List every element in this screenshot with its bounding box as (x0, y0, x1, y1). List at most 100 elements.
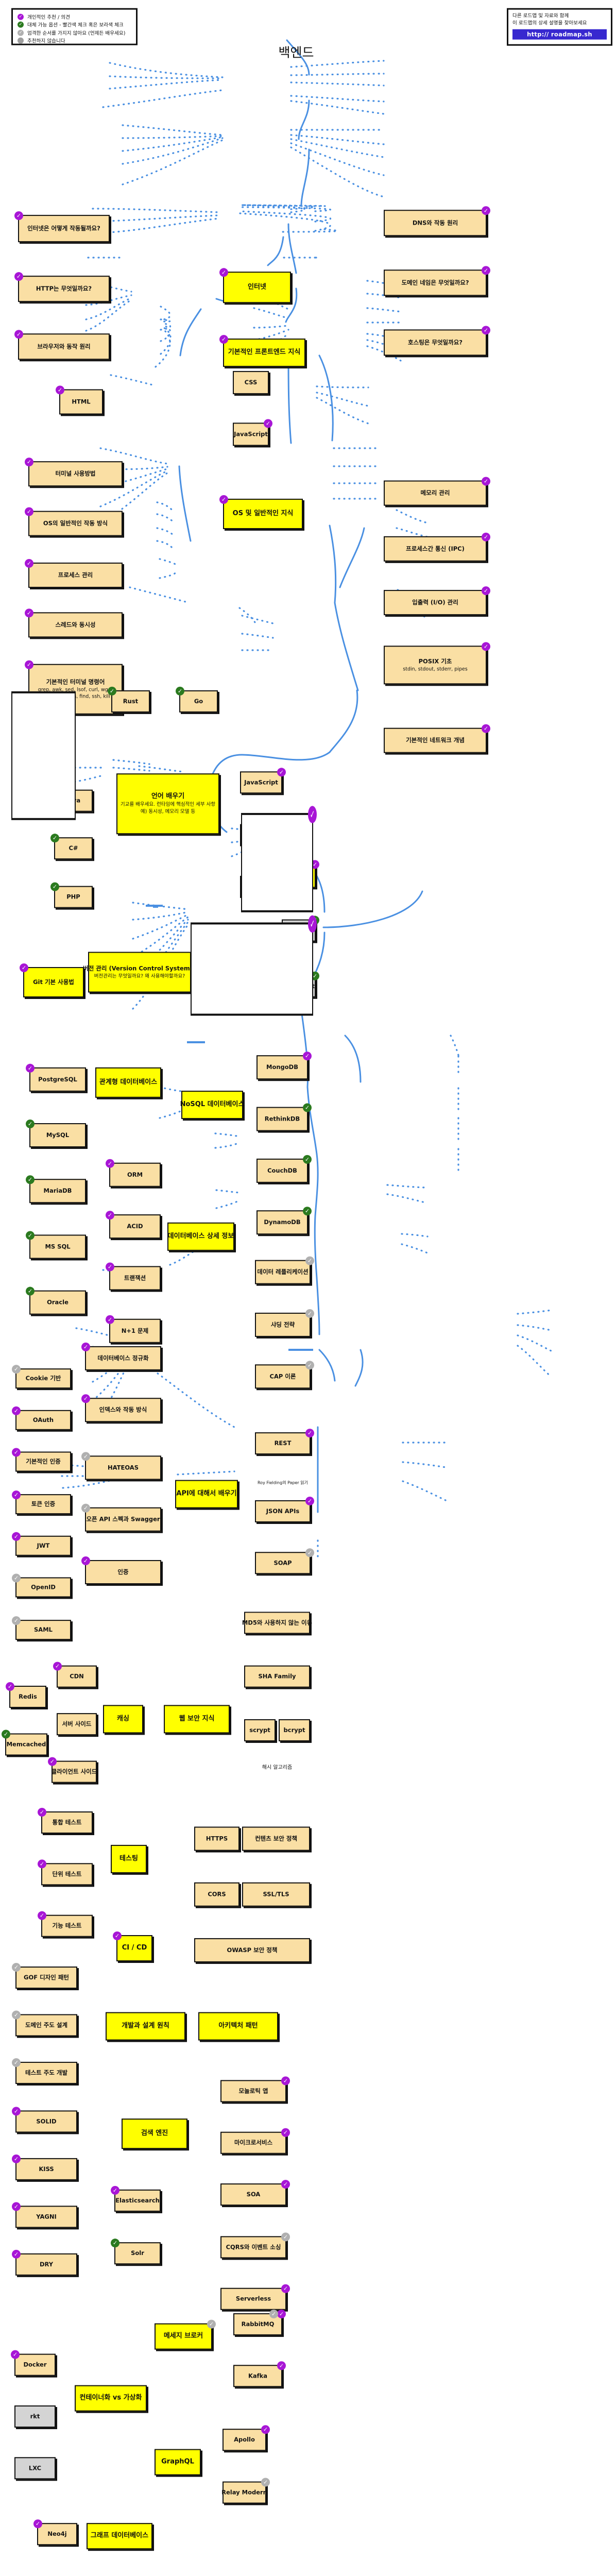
node-gof[interactable]: ✓ GOF 디자인 패턴 (12, 1962, 77, 1989)
node-graphql[interactable]: GraphQL (155, 2449, 201, 2476)
node-io-mgmt[interactable]: ✓ 입출력 (I/O) 관리 (384, 586, 490, 616)
roadmap-url-button[interactable]: http:// roadmap.sh (512, 29, 607, 40)
node-memcached[interactable]: ✓ Memcached (2, 1730, 47, 1756)
node-os-general[interactable]: ✓ OS의 일반적인 작동 방식 (25, 507, 123, 536)
node-rest[interactable]: ✓ REST (255, 1428, 314, 1454)
node-mssql[interactable]: ✓ MS SQL (26, 1231, 86, 1259)
node-openapi-swagger[interactable]: ✓ 오픈 API 스펙과 Swagger (81, 1504, 161, 1532)
node-sharding[interactable]: ✓ 샤딩 전략 (255, 1309, 314, 1337)
node-unit-test[interactable]: ✓ 단위 테스트 (38, 1859, 93, 1885)
node-dynamodb[interactable]: ✓ DynamoDB (256, 1207, 312, 1235)
node-rkt[interactable]: rkt (14, 2405, 56, 2428)
node-rabbitmq[interactable]: ✓ ✓ RabbitMQ (233, 2310, 286, 2336)
node-replication[interactable]: ✓ 데이터 레플리케이션 (255, 1257, 314, 1285)
node-db-details[interactable]: 데이터베이스 상세 정보 (167, 1223, 234, 1251)
node-relay-modern[interactable]: ✓ Relay Modern (221, 2477, 270, 2504)
node-token-auth[interactable]: ✓ 토큰 인증 (12, 1490, 71, 1514)
node-neo4j[interactable]: ✓ Neo4j (33, 2519, 77, 2546)
node-openid[interactable]: ✓ OpenID (12, 1574, 71, 1598)
node-bcrypt[interactable]: bcrypt (279, 1719, 310, 1742)
node-cookie-based[interactable]: ✓ Cookie 기반 (12, 1364, 71, 1388)
node-redis[interactable]: ✓ Redis (6, 1682, 46, 1708)
node-monolithic[interactable]: ✓ 모놀로틱 앱 (220, 2076, 290, 2103)
node-browser[interactable]: ✓ 브라우저와 동작 원리 (14, 329, 110, 360)
node-csp[interactable]: 컨텐츠 보안 정책 (242, 1826, 310, 1852)
node-web-security[interactable]: 웹 보안 지식 (164, 1705, 230, 1734)
node-relational-db[interactable]: 관계형 데이터베이스 (95, 1067, 161, 1098)
node-owasp[interactable]: OWASP 보안 정책 (194, 1938, 310, 1963)
node-dns[interactable]: ✓ DNS와 작동 원리 (384, 206, 490, 236)
node-api-learn[interactable]: API에 대해서 배우기 (175, 1480, 238, 1509)
node-domain[interactable]: ✓ 도메인 네임은 무엇일까요? (384, 265, 490, 296)
node-jwt[interactable]: ✓ JWT (12, 1532, 71, 1556)
node-html[interactable]: ✓ HTML (56, 385, 103, 415)
node-internet[interactable]: ✓ 인터넷 (219, 267, 291, 303)
node-cdn[interactable]: ✓ CDN (53, 1662, 97, 1688)
node-nplus1[interactable]: ✓ N+1 문제 (106, 1314, 161, 1343)
node-cicd[interactable]: ✓ CI / CD (113, 1931, 152, 1961)
node-oracle[interactable]: ✓ Oracle (26, 1286, 86, 1315)
node-posix[interactable]: ✓ POSIX 기초 stdin, stdout, stderr, pipes (384, 642, 490, 685)
node-json-apis[interactable]: ✓ JSON APIs (255, 1496, 314, 1522)
node-internet-how[interactable]: ✓ 인터넷은 어떻게 작동될까요? (14, 212, 110, 243)
node-cap[interactable]: ✓ CAP 이론 (255, 1360, 314, 1389)
node-tdd[interactable]: ✓ 테스트 주도 개발 (12, 2058, 77, 2085)
node-solr[interactable]: ✓ Solr (111, 2238, 161, 2264)
node-nosql-db[interactable]: NoSQL 데이터베이스 (180, 1091, 244, 1120)
node-saml[interactable]: ✓ SAML (12, 1616, 71, 1640)
node-elasticsearch[interactable]: ✓ Elasticsearch (111, 2186, 161, 2212)
node-server-side[interactable]: 서버 사이드 (57, 1713, 97, 1736)
node-rust[interactable]: ✓ Rust (108, 686, 150, 713)
node-yagni[interactable]: ✓ YAGNI (12, 2202, 77, 2228)
node-solid[interactable]: ✓ SOLID (12, 2106, 77, 2132)
node-microservices[interactable]: ✓ 마이크로서비스 (220, 2128, 290, 2155)
node-transaction[interactable]: ✓ 트랜잭션 (106, 1263, 161, 1291)
node-kafka[interactable]: ✓ Kafka (233, 2362, 286, 2388)
node-soa[interactable]: ✓ SOA (220, 2180, 290, 2207)
node-cors[interactable]: CORS (194, 1883, 239, 1907)
node-integration-test[interactable]: ✓ 통합 테스트 (38, 1807, 93, 1834)
node-css[interactable]: CSS (233, 371, 269, 395)
node-md5[interactable]: MD5와 사용하지 않는 이유 (242, 1611, 312, 1634)
node-ddd[interactable]: ✓ 도메인 주도 설계 (12, 2010, 77, 2037)
node-orm[interactable]: ✓ ORM (106, 1159, 161, 1188)
node-version-control[interactable]: 버전 관리 (Version Control Systems) 버전관리는 무엇… (83, 951, 196, 992)
node-graph-db[interactable]: 그래프 데이터베이스 (87, 2523, 152, 2550)
node-index[interactable]: ✓ 인덱스와 작동 방식 (81, 1394, 161, 1422)
node-oauth[interactable]: ✓ OAuth (12, 1406, 71, 1431)
node-https[interactable]: HTTPS (194, 1826, 239, 1852)
node-postgresql[interactable]: ✓ PostgreSQL (26, 1063, 86, 1092)
node-mariadb[interactable]: ✓ MariaDB (26, 1175, 86, 1204)
node-mysql[interactable]: ✓ MySQL (26, 1119, 86, 1147)
node-basic-auth[interactable]: ✓ 기본적인 인증 (12, 1448, 71, 1472)
node-csharp[interactable]: ✓ C# (50, 834, 93, 860)
node-sha[interactable]: SHA Family (244, 1665, 310, 1688)
node-javascript-lang[interactable]: ✓ JavaScript (240, 768, 286, 794)
node-process-mgmt[interactable]: ✓ 프로세스 관리 (25, 558, 123, 588)
node-memory-mgmt[interactable]: ✓ 메모리 관리 (384, 477, 490, 506)
node-javascript[interactable]: ✓ JavaScript (233, 419, 272, 446)
node-containerization[interactable]: 컨테이너화 vs 가상화 (75, 2385, 147, 2412)
node-functional-test[interactable]: ✓ 기능 테스트 (38, 1911, 93, 1937)
node-mongodb[interactable]: ✓ MongoDB (256, 1051, 312, 1080)
node-search-engine[interactable]: 검색 엔진 (122, 2118, 187, 2149)
node-dry[interactable]: ✓ DRY (12, 2250, 77, 2276)
node-terminal-usage[interactable]: ✓ 터미널 사용방법 (25, 457, 123, 486)
node-php[interactable]: ✓ PHP (50, 882, 93, 908)
node-client-side[interactable]: ✓ 클라이언트 사이드 (48, 1757, 97, 1784)
node-testing[interactable]: 테스팅 (111, 1844, 147, 1873)
node-couchdb[interactable]: ✓ CouchDB (256, 1155, 312, 1183)
node-networking[interactable]: ✓ 기본적인 네트워크 개념 (384, 724, 490, 754)
node-design-principles[interactable]: 개발과 설계 원칙 (106, 2012, 185, 2041)
node-auth[interactable]: ✓ 인증 (81, 1556, 161, 1584)
node-rethinkdb[interactable]: ✓ RethinkDB (256, 1103, 312, 1131)
node-ssl-tls[interactable]: SSL/TLS (242, 1883, 310, 1907)
node-os[interactable]: ✓ OS 및 일반적인 지식 (219, 495, 303, 529)
node-db-normalization[interactable]: ✓ 데이터베이스 정규화 (81, 1343, 161, 1371)
node-frontend-basics[interactable]: ✓ 기본적인 프론트엔드 지식 (219, 335, 305, 368)
node-hosting[interactable]: ✓ 호스팅은 무엇일까요? (384, 325, 490, 355)
node-kiss[interactable]: ✓ KISS (12, 2154, 77, 2180)
node-caching[interactable]: 캐싱 (103, 1705, 143, 1734)
node-cqrs[interactable]: ✓ CQRS와 이벤트 소싱 (220, 2232, 290, 2258)
node-hateoas[interactable]: ✓ HATEOAS (81, 1452, 161, 1481)
